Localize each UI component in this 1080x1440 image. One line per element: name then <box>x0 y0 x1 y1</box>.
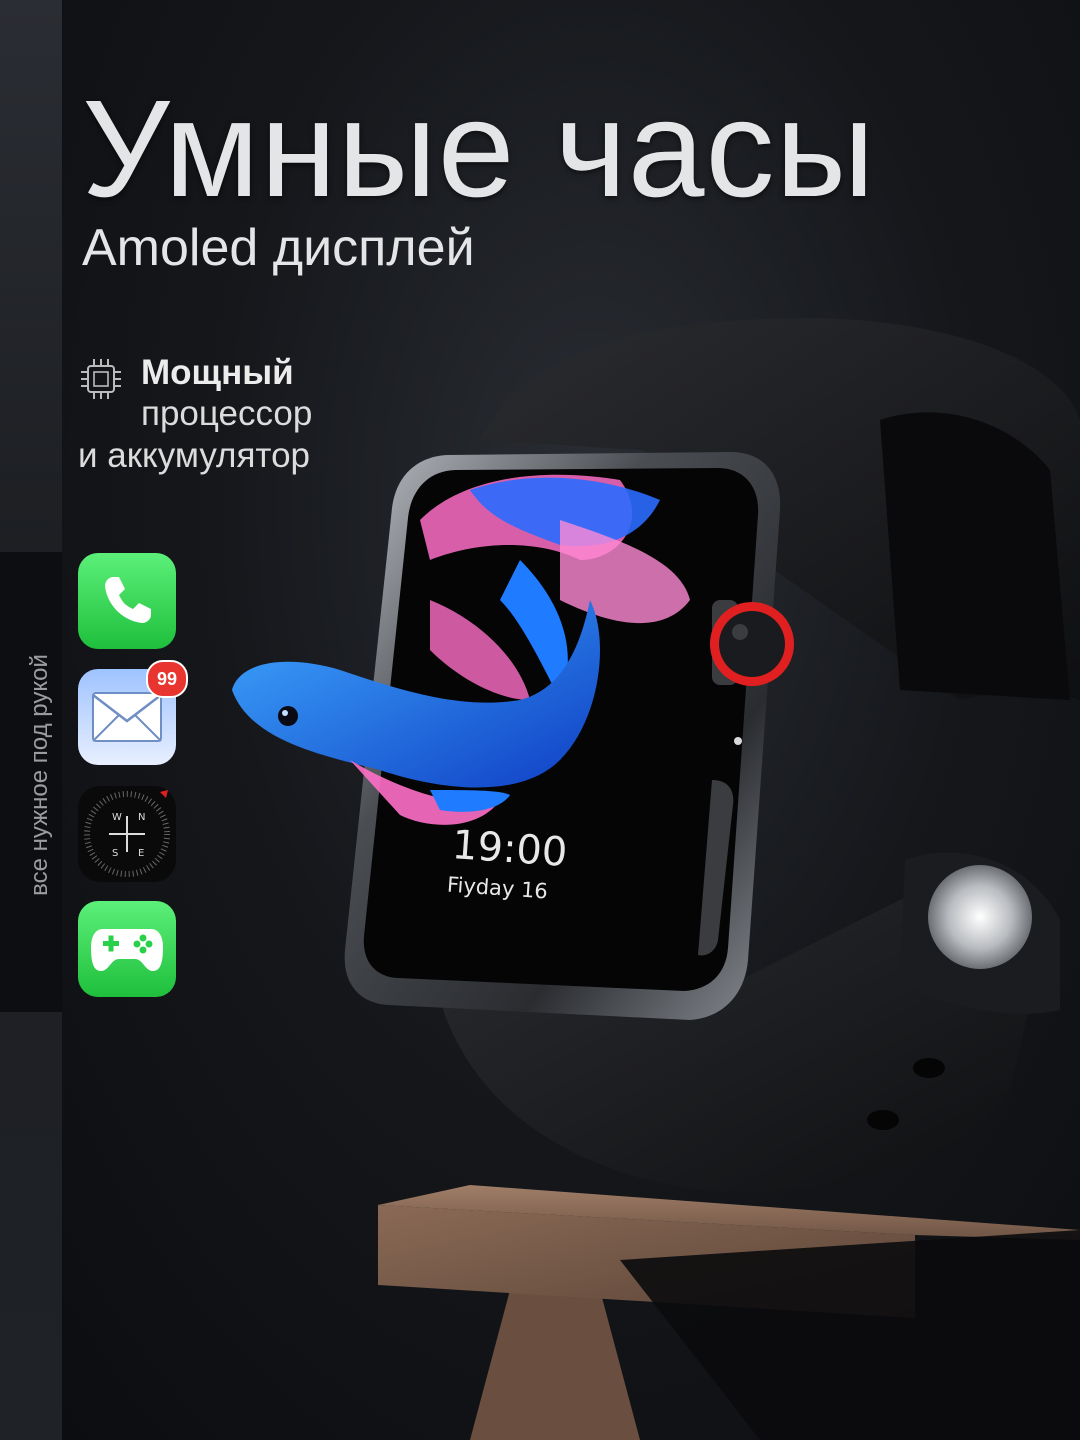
cpu-chip-icon <box>81 359 121 399</box>
compass-letter-s: S <box>112 848 118 859</box>
feature-block: Мощный процессор и аккумулятор <box>78 352 312 476</box>
feature-line-2: процессор <box>141 394 313 434</box>
phone-app-icon <box>78 553 176 649</box>
compass-letter-w: W <box>112 812 122 823</box>
feature-line-3: и аккумулятор <box>78 435 310 475</box>
side-caption: все нужное под рукой <box>26 654 53 896</box>
game-app-icon <box>78 901 176 997</box>
page-title: Умные часы <box>82 72 876 226</box>
feature-line-1: Мощный <box>141 353 294 392</box>
watch-time: 19:00 <box>450 822 569 876</box>
compass-icon: W N S E <box>84 790 170 877</box>
digital-crown <box>719 611 785 677</box>
band-hole <box>867 1110 899 1130</box>
compass-letter-e: E <box>138 848 144 859</box>
stand-shadow <box>620 1230 1080 1440</box>
microphone <box>734 737 742 745</box>
compass-app-icon: W N S E <box>78 786 176 882</box>
band-hole <box>913 1058 945 1078</box>
gamepad-icon <box>91 929 163 971</box>
compass-letter-n: N <box>138 812 145 823</box>
unread-count-badge: 99 <box>146 660 188 698</box>
band-pin <box>928 865 1032 969</box>
mail-icon <box>92 692 162 742</box>
phone-icon <box>105 577 151 623</box>
fish-eye <box>278 706 298 726</box>
stand-leg <box>470 1290 640 1440</box>
page-subtitle: Amoled дисплей <box>82 219 475 277</box>
